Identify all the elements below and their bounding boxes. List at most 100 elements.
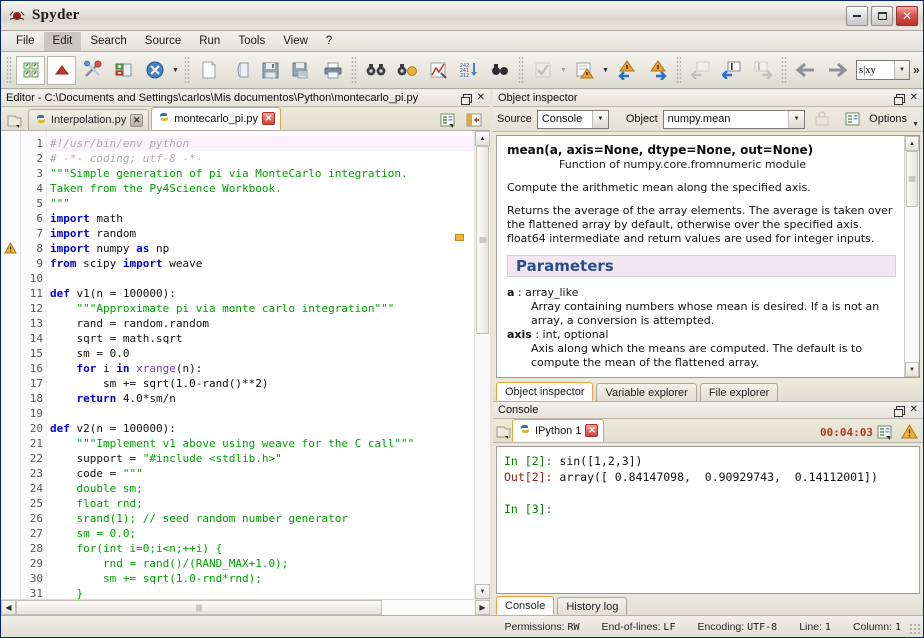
oi-options-icon[interactable]	[843, 109, 863, 129]
profiler-icon[interactable]: 242 241 212	[454, 56, 483, 85]
pythonpath-manager-icon[interactable]	[109, 56, 138, 85]
code-line[interactable]: rnd = rand()/(RAND_MAX+1.0);	[50, 556, 474, 571]
code-line[interactable]: import numpy as np	[50, 241, 474, 256]
warning-list-icon[interactable]	[570, 56, 599, 85]
open-file-icon[interactable]	[225, 56, 254, 85]
code-line[interactable]: def v1(n = 100000):	[50, 286, 474, 301]
doc-vscroll-thumb[interactable]	[906, 151, 918, 207]
code-line[interactable]: sm = 0.0	[50, 346, 474, 361]
editor-options-icon[interactable]	[437, 110, 459, 130]
code-line[interactable]: for(int i=0;i<n;++i) {	[50, 541, 474, 556]
toolbar-grip-2[interactable]	[184, 56, 190, 84]
code-line[interactable]: """Simple generation of pi via MonteCarl…	[50, 166, 474, 181]
check-icon[interactable]	[528, 56, 557, 85]
editor-body[interactable]: 1234567891011121314151617181920212223242…	[1, 131, 490, 599]
code-line[interactable]: sm += sqrt(1.0-rnd*rnd);	[50, 571, 474, 586]
code-line[interactable]: double sm;	[50, 481, 474, 496]
menu-run[interactable]: Run	[190, 32, 229, 51]
tab-history-log[interactable]: History log	[557, 597, 627, 615]
code-line[interactable]: sm += sqrt(1.0-rand()**2)	[50, 376, 474, 391]
code-line[interactable]: support = "#include <stdlib.h>"	[50, 451, 474, 466]
tab-variable-explorer[interactable]: Variable explorer	[596, 383, 696, 401]
find-replace-icon[interactable]	[392, 56, 421, 85]
editor-split-icon[interactable]	[463, 110, 485, 130]
working-directory-combo[interactable]: s|xy ▼	[856, 60, 910, 80]
run-settings-icon[interactable]	[485, 56, 514, 85]
editor-browse-tabs-button[interactable]	[4, 110, 26, 130]
toolbar-grip[interactable]	[6, 56, 12, 84]
chevron-down-icon[interactable]: ▼	[788, 111, 804, 128]
scroll-right-icon[interactable]: ▶	[475, 600, 490, 615]
editor-close-icon[interactable]: ✕	[477, 93, 485, 103]
previous-warning-icon[interactable]	[612, 56, 641, 85]
print-icon[interactable]	[318, 56, 347, 85]
code-line[interactable]: """Approximate pi via monte carlo integr…	[50, 301, 474, 316]
editor-warning-gutter[interactable]	[1, 131, 21, 599]
previous-cursor-icon[interactable]	[717, 56, 746, 85]
menu-tools[interactable]: Tools	[229, 32, 274, 51]
toolbar-grip-5[interactable]	[676, 56, 682, 84]
next-warning-icon[interactable]	[643, 56, 672, 85]
preferences-dropdown-icon[interactable]: ▼	[170, 56, 181, 85]
code-line[interactable]: #!/usr/bin/env python	[50, 136, 474, 151]
menu-search[interactable]: Search	[81, 32, 135, 51]
code-line[interactable]: """Implement v1 above using weave for th…	[50, 436, 474, 451]
menu-file[interactable]: File	[7, 32, 44, 51]
editor-vscroll-thumb[interactable]	[476, 146, 489, 334]
tab-object-inspector[interactable]: Object inspector	[496, 382, 593, 401]
find-icon[interactable]	[361, 56, 390, 85]
code-line[interactable]: from scipy import weave	[50, 256, 474, 271]
code-line[interactable]: Taken from the Py4Science Workbook.	[50, 181, 474, 196]
editor-tab-close-icon[interactable]: ✕	[130, 114, 143, 127]
tab-file-explorer[interactable]: File explorer	[700, 383, 779, 401]
code-line[interactable]: def v2(n = 100000):	[50, 421, 474, 436]
doc-scroll-down-icon[interactable]: ▼	[905, 362, 919, 377]
options-dropdown-icon[interactable]: ▼	[912, 121, 919, 131]
scroll-down-icon[interactable]: ▼	[475, 584, 490, 599]
options-label[interactable]: Options	[869, 113, 907, 125]
doc-scroll-up-icon[interactable]: ▲	[905, 136, 919, 151]
code-line[interactable]: import math	[50, 211, 474, 226]
check-dropdown-icon[interactable]: ▼	[558, 56, 569, 85]
preferences-icon[interactable]	[140, 56, 169, 85]
menu-edit[interactable]: Edit	[44, 32, 82, 51]
code-line[interactable]: sm = 0.0;	[50, 526, 474, 541]
editor-vscroll-track[interactable]	[475, 146, 490, 584]
editor-tab-interpolation[interactable]: Interpolation.py ✕	[28, 109, 149, 130]
panes-layout-icon[interactable]	[16, 56, 45, 85]
toolbar-grip-6[interactable]	[781, 56, 787, 84]
editor-horizontal-scrollbar[interactable]: ◀ ▶	[1, 599, 490, 615]
back-icon[interactable]	[791, 56, 820, 85]
code-line[interactable]: sqrt = math.sqrt	[50, 331, 474, 346]
code-line[interactable]: srand(1); // seed random number generato…	[50, 511, 474, 526]
editor-vertical-scrollbar[interactable]: ▲ ▼	[474, 131, 490, 599]
code-line[interactable]: return 4.0*sm/n	[50, 391, 474, 406]
code-line[interactable]: float rnd;	[50, 496, 474, 511]
console-close-icon[interactable]: ✕	[910, 405, 918, 415]
code-line[interactable]: code = """	[50, 466, 474, 481]
analyze-code-icon[interactable]	[423, 56, 452, 85]
last-edit-icon[interactable]	[686, 56, 715, 85]
warning-dropdown-icon[interactable]: ▼	[600, 56, 611, 85]
code-line[interactable]: import random	[50, 226, 474, 241]
console-tab-close-icon[interactable]: ✕	[585, 424, 598, 437]
console-undock-icon[interactable]	[896, 406, 905, 415]
close-button[interactable]: ✕	[896, 6, 918, 26]
minimize-button[interactable]	[846, 6, 868, 26]
oi-undock-icon[interactable]	[896, 94, 905, 103]
code-line[interactable]	[50, 271, 474, 286]
tools-configure-icon[interactable]	[78, 56, 107, 85]
toolbar-grip-4[interactable]	[518, 56, 524, 84]
console-browse-tabs-button[interactable]	[496, 424, 512, 442]
new-file-icon[interactable]	[194, 56, 223, 85]
doc-vertical-scrollbar[interactable]: ▲ ▼	[904, 136, 919, 377]
toolbar-overflow-button[interactable]: »	[913, 63, 920, 77]
lock-object-icon[interactable]	[811, 109, 833, 129]
save-all-icon[interactable]	[287, 56, 316, 85]
doc-vscroll-track[interactable]	[905, 151, 919, 362]
console-warning-icon[interactable]	[898, 422, 920, 442]
console-output[interactable]: In [2]: sin([1,2,3])Out[2]: array([ 0.84…	[496, 446, 920, 594]
maximize-button[interactable]	[871, 6, 893, 26]
chevron-down-icon[interactable]: ▼	[894, 61, 909, 79]
scroll-up-icon[interactable]: ▲	[475, 131, 490, 146]
